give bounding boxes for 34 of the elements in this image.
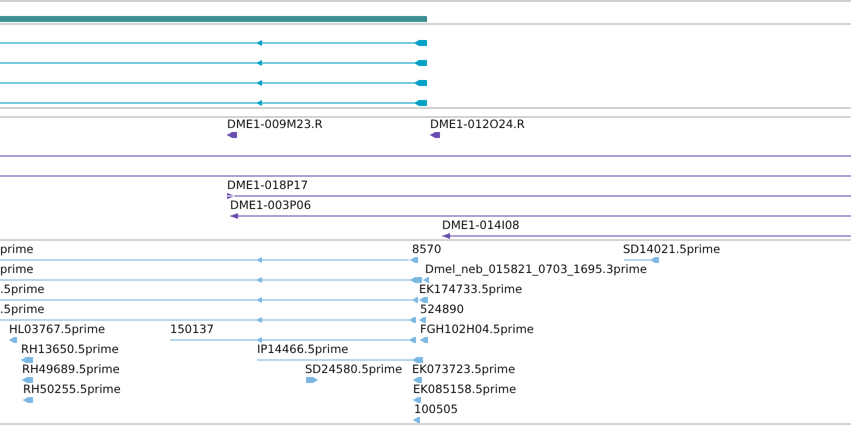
feature-label: HL03767.5prime: [9, 322, 106, 336]
feature-label: SD24580.5prime: [305, 362, 402, 376]
feature-label: SD14021.5prime: [623, 242, 720, 256]
feature-label: EK073723.5prime: [412, 362, 516, 376]
feature-label: DME1-018P17: [227, 178, 308, 192]
feature-glyph[interactable]: [442, 233, 851, 239]
feature-label: prime: [0, 262, 34, 276]
feature-label: DME1-003P06: [230, 198, 312, 212]
feature-label: IP14466.5prime: [257, 342, 348, 356]
feature-label: EK174733.5prime: [419, 282, 522, 296]
feature-label: prime: [0, 242, 34, 256]
feature-glyph[interactable]: [0, 100, 427, 106]
feature-label: Dmel_neb_015821_0703_1695.3prime: [425, 262, 647, 276]
feature-label: 524890: [420, 302, 464, 316]
feature-glyph[interactable]: [430, 132, 440, 138]
feature-glyph[interactable]: [0, 60, 427, 66]
feature-label: DME1-012O24.R: [430, 117, 525, 131]
feature-label: DME1-009M23.R: [227, 117, 323, 131]
feature-label: DME1-014I08: [442, 218, 520, 232]
feature-label: FGH102H04.5prime: [420, 322, 534, 336]
feature-glyph[interactable]: [0, 80, 427, 86]
feature-label: 150137: [170, 322, 214, 336]
feature-label: EK085158.5prime: [413, 382, 516, 396]
feature-label: RH50255.5prime: [23, 382, 121, 396]
feature-label: .5prime: [0, 302, 44, 316]
feature-glyph[interactable]: [230, 213, 851, 219]
feature-label: RH13650.5prime: [21, 342, 119, 356]
feature-glyph[interactable]: [227, 193, 851, 199]
feature-label: RH49689.5prime: [22, 362, 120, 376]
feature-label: .5prime: [0, 282, 44, 296]
feature-label: 8570: [412, 242, 442, 256]
feature-glyph[interactable]: [0, 40, 427, 46]
feature-glyph[interactable]: [227, 132, 237, 138]
feature-label: 100505: [414, 402, 458, 416]
